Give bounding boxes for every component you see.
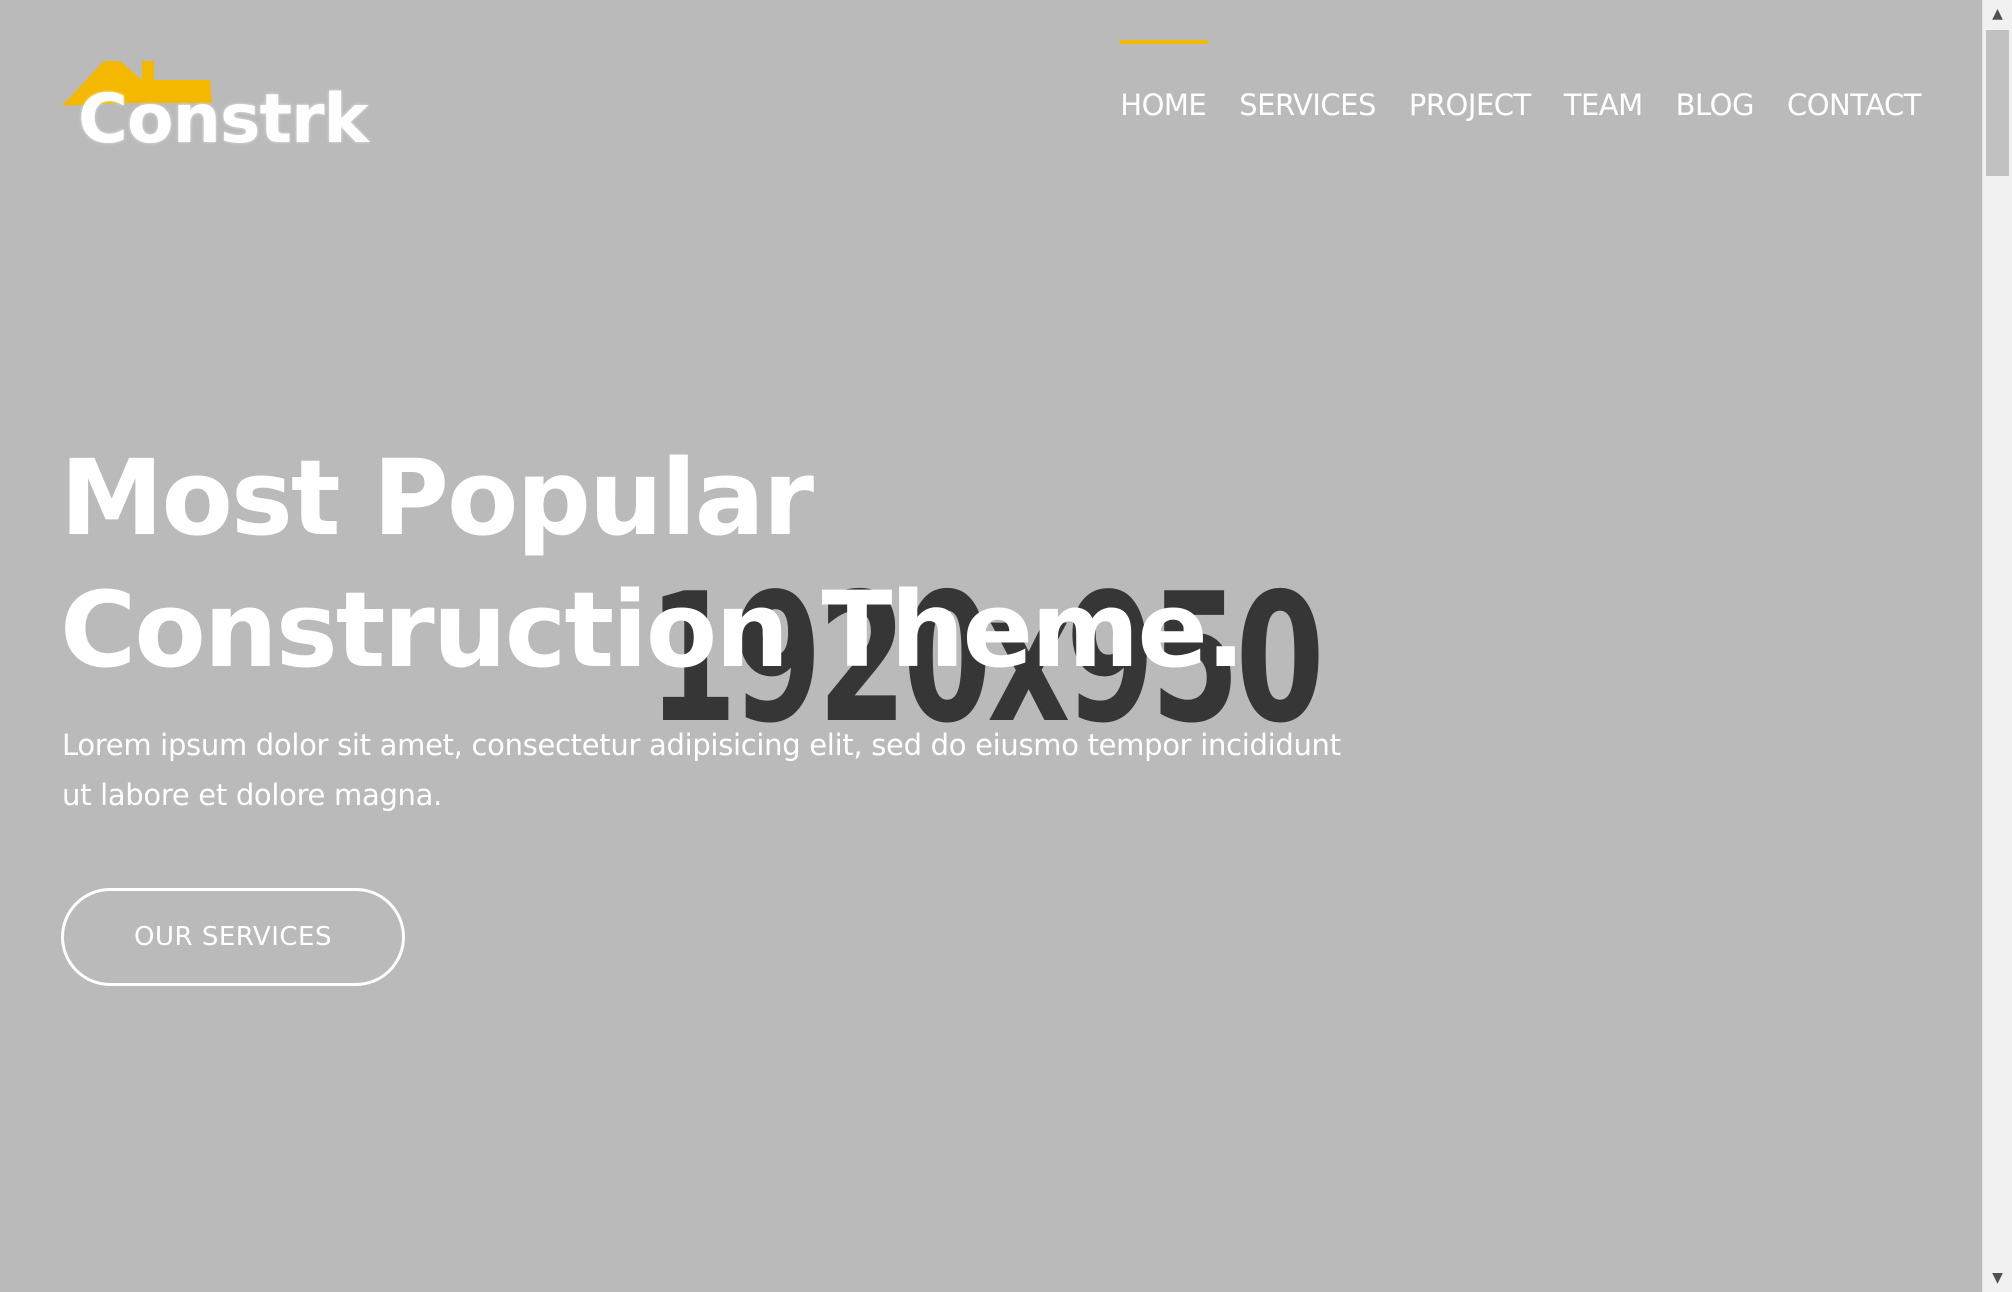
scroll-thumb[interactable] xyxy=(1986,30,2009,176)
site-logo[interactable]: Constrk xyxy=(62,58,382,158)
nav-item-services[interactable]: SERVICES xyxy=(1239,84,1376,126)
scroll-up-icon[interactable]: ▲ xyxy=(1983,0,2012,28)
nav-item-contact[interactable]: CONTACT xyxy=(1787,84,1922,126)
nav-item-home[interactable]: HOME xyxy=(1120,40,1209,126)
hero-title-line-1: Most Popular xyxy=(60,437,814,559)
hero-title-line-2: Construction Theme. xyxy=(60,569,1245,691)
nav-item-blog[interactable]: BLOG xyxy=(1676,84,1755,126)
hero-subtitle: Lorem ipsum dolor sit amet, consectetur … xyxy=(62,728,1341,812)
nav-item-team[interactable]: TEAM xyxy=(1564,84,1643,126)
our-services-button[interactable]: OUR SERVICES xyxy=(61,888,405,986)
nav-item-project[interactable]: PROJECT xyxy=(1409,84,1531,126)
scroll-down-icon[interactable]: ▼ xyxy=(1983,1264,2012,1292)
page-viewport: 1920x950 Constrk HOME SERVICES PROJECT T… xyxy=(0,0,1982,1292)
vertical-scrollbar[interactable]: ▲ ▼ xyxy=(1982,0,2012,1292)
main-nav: HOME SERVICES PROJECT TEAM BLOG CONTACT xyxy=(1087,40,1922,126)
hero-title: Most Popular Construction Theme. xyxy=(60,432,1360,696)
logo-text: Constrk xyxy=(78,80,369,159)
